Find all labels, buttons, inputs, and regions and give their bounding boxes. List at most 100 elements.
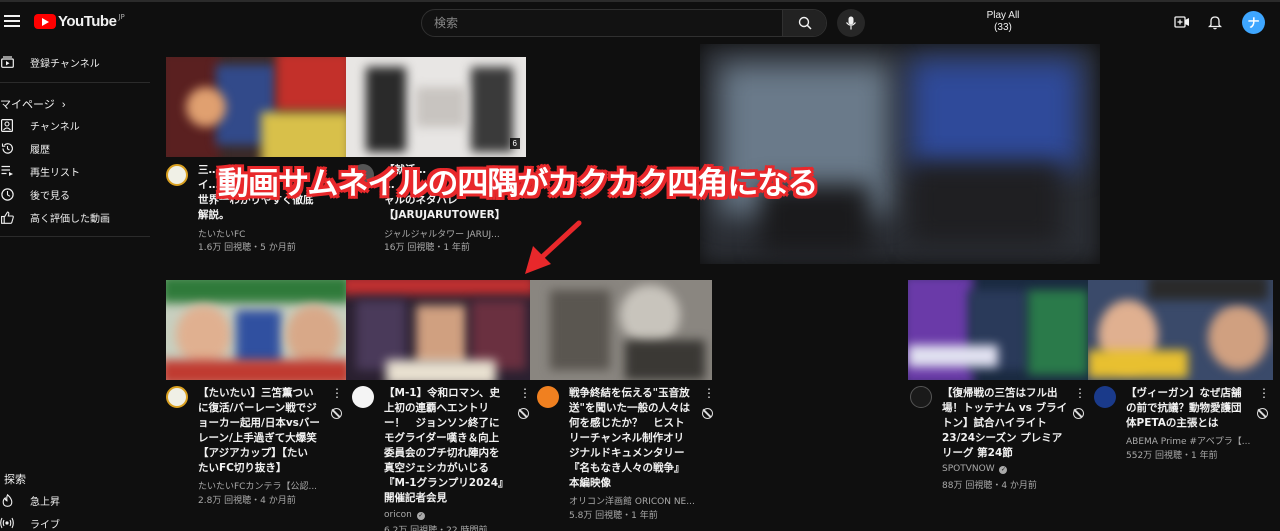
sidebar-item-label: 再生リスト (30, 167, 80, 179)
logo-region: JP (118, 13, 125, 21)
video-title-4[interactable]: 【M-1】令和ロマン、史 上初の連覇へエントリ ー！ ジョンソン終了に モグライ… (384, 386, 516, 506)
sidebar-divider (0, 82, 150, 83)
video-thumbnail-1[interactable] (166, 57, 346, 157)
title-line: 体PETAの主張とは (1126, 417, 1219, 429)
channel-name[interactable]: ジャルジャルタワー JARUJ... (384, 227, 500, 240)
title-line: 【復帰戦の三笘はフル出 (942, 387, 1058, 399)
youtube-play-icon (34, 14, 56, 29)
channel-avatar[interactable] (166, 164, 188, 186)
more-options-icon[interactable]: ⋮ (703, 387, 715, 399)
title-line: 【JARUJARUTOWER】 (384, 209, 506, 221)
channel-name-text: oricon (384, 510, 412, 520)
channel-avatar[interactable] (910, 386, 932, 408)
search-input[interactable]: 検索 (422, 10, 784, 36)
video-thumbnail-3[interactable] (166, 280, 346, 380)
channel-icon (0, 118, 14, 132)
sidebar-item-history[interactable]: 履歴 (0, 138, 50, 158)
account-avatar[interactable]: ナ (1242, 11, 1265, 34)
create-button[interactable] (1173, 13, 1191, 31)
video-thumbnail-5[interactable] (530, 280, 712, 380)
not-interested-icon[interactable] (331, 408, 342, 419)
title-line: に復活/バーレーン戦でジ (198, 402, 317, 414)
channel-name[interactable]: オリコン洋画館 ORICON NE... (569, 494, 695, 507)
sidebar-item-trending[interactable]: 急上昇 (0, 490, 60, 510)
live-broadcast-icon (0, 516, 14, 530)
video-stats: 5.8万 回視聴・1 年前 (569, 511, 658, 521)
video-thumbnail-4[interactable] (346, 280, 530, 380)
title-line: 【ヴィーガン】なぜ店舗 (1126, 387, 1242, 399)
top-divider (0, 0, 1280, 2)
search-button[interactable] (782, 10, 826, 36)
trending-flame-icon (0, 493, 14, 507)
more-options-icon[interactable]: ⋮ (331, 387, 343, 399)
menu-icon[interactable] (4, 12, 20, 30)
more-options-icon[interactable]: ⋮ (1258, 387, 1270, 399)
video-stats: 1.6万 回視聴・5 か月前 (198, 243, 296, 253)
sidebar-explore-title: 探索 (4, 474, 26, 486)
sidebar-my-page[interactable]: マイページ › (0, 96, 66, 112)
more-options-icon[interactable]: ⋮ (1074, 387, 1086, 399)
video-thumbnail-7[interactable] (1088, 280, 1273, 380)
search-icon (798, 16, 812, 30)
top-bar: YouTube JP 検索 Play All (33) ナ (0, 0, 1280, 44)
video-duration-badge: 6 (509, 138, 520, 149)
sidebar-item-liked[interactable]: 高く評価した動画 (0, 207, 110, 227)
video-title-6[interactable]: 【復帰戦の三笘はフル出 場！トッテナム vs ブライ トン】試合ハイライト 23… (942, 386, 1074, 461)
sidebar-item-label: 後で見る (30, 190, 70, 202)
sidebar-item-channel[interactable]: チャンネル (0, 115, 80, 135)
voice-search-button[interactable] (837, 9, 865, 37)
notifications-button[interactable] (1206, 13, 1224, 31)
sidebar-item-subscriptions[interactable]: 登録チャンネル (0, 52, 100, 72)
channel-name[interactable]: SPOTVNOW ✓ (942, 464, 1008, 474)
verified-check-icon: ✓ (999, 466, 1008, 474)
subscriptions-icon (0, 55, 14, 69)
not-interested-icon[interactable] (1257, 408, 1268, 419)
channel-avatar[interactable] (166, 386, 188, 408)
channel-avatar[interactable] (352, 386, 374, 408)
logo-text: YouTube (58, 13, 117, 30)
video-thumbnail-6[interactable] (908, 280, 1088, 380)
video-thumbnail-2[interactable]: 6 (346, 57, 526, 157)
title-line: 戦争終結を伝える"玉音放 (569, 387, 690, 399)
title-line: 上初の連覇へエントリ (384, 402, 489, 414)
title-line: 送"を聞いた一般の人々は (569, 402, 690, 414)
play-all-button[interactable]: Play All (33) (968, 10, 1038, 34)
youtube-logo[interactable]: YouTube JP (34, 13, 125, 30)
annotation-caption: 動画サムネイルの四隅がカクカク四角になる (218, 166, 818, 202)
sidebar-item-label: チャンネル (30, 121, 80, 133)
title-line: 真空ジェシカがいじる (384, 462, 489, 474)
not-interested-icon[interactable] (518, 408, 529, 419)
sidebar-item-label: 高く評価した動画 (30, 213, 110, 225)
video-stats: 2.8万 回視聴・4 か月前 (198, 496, 296, 506)
not-interested-icon[interactable] (1073, 408, 1084, 419)
title-line: ョーカー起用/日本vsバー (198, 417, 320, 429)
video-title-5[interactable]: 戦争終結を伝える"玉音放 送"を聞いた一般の人々は 何を感じたか？ ヒスト リー… (569, 386, 701, 491)
channel-avatar[interactable] (1094, 386, 1116, 408)
not-interested-icon[interactable] (702, 408, 713, 419)
playlist-icon (0, 164, 14, 178)
sidebar-item-watch-later[interactable]: 後で見る (0, 184, 70, 204)
channel-name[interactable]: oricon ✓ (384, 510, 425, 520)
thumbs-up-icon (0, 210, 14, 224)
sidebar-item-live[interactable]: ライブ (0, 513, 60, 531)
video-preview-blurred[interactable] (700, 44, 1100, 264)
play-all-label: Play All (986, 10, 1020, 21)
sidebar-item-playlists[interactable]: 再生リスト (0, 161, 80, 181)
more-options-icon[interactable]: ⋮ (519, 387, 531, 399)
annotation-arrow-icon (525, 220, 582, 274)
create-video-icon (1174, 16, 1189, 28)
video-title-7[interactable]: 【ヴィーガン】なぜ店舗 の前で抗議？動物愛護団 体PETAの主張とは (1126, 386, 1258, 431)
title-line: 23/24シーズン プレミア (942, 432, 1063, 444)
title-line: 本編映像 (569, 477, 611, 489)
channel-avatar[interactable] (537, 386, 559, 408)
title-line: ー！ ジョンソン終了に (384, 417, 500, 429)
channel-name[interactable]: ABEMA Prime #アベプラ【... (1126, 434, 1250, 447)
sidebar-divider (0, 236, 150, 237)
channel-name[interactable]: たいたいFC (198, 227, 245, 240)
video-stats: 16万 回視聴・1 年前 (384, 243, 470, 253)
video-title-3[interactable]: 【たいたい】三笘薫つい に復活/バーレーン戦でジ ョーカー起用/日本vsバー レ… (198, 386, 330, 476)
title-line: モグライダー嘆き＆向上 (384, 432, 500, 444)
channel-name[interactable]: たいたいFCカンテラ【公認... (198, 479, 317, 492)
title-line: 開催記者会見 (384, 492, 447, 504)
video-stats: 88万 回視聴・4 か月前 (942, 481, 1037, 491)
